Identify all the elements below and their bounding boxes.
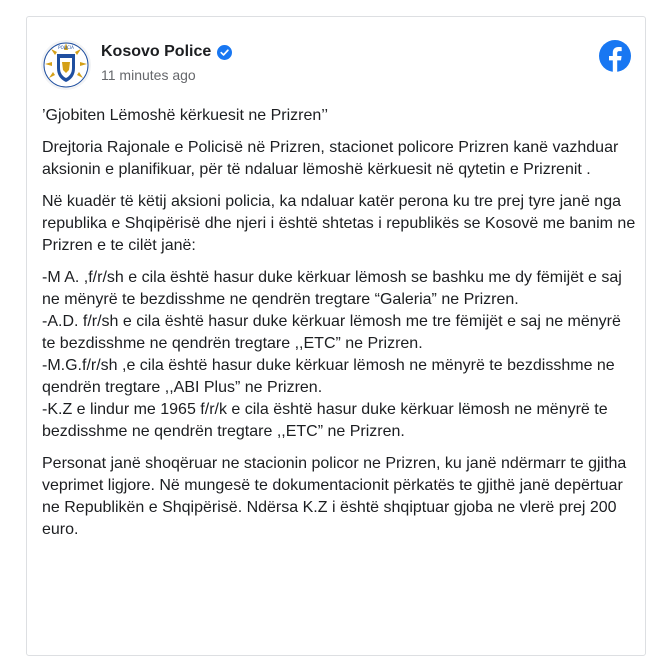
post-title: ’Gjobiten Lëmoshë kërkuesit ne Prizren’’ [42,107,329,124]
svg-text:POLICIA: POLICIA [58,45,74,50]
post-list: -M A. ,f/r/sh e cila është hasur duke kë… [42,267,637,443]
post-timestamp[interactable]: 11 minutes ago [101,67,196,83]
post-card: POLICIA Kosovo Police 11 minutes ago ’Gj… [26,16,646,656]
list-item: -K.Z e lindur me 1965 f/r/k e cila është… [42,401,608,440]
page-name-link[interactable]: Kosovo Police [101,43,211,61]
facebook-logo-icon[interactable] [599,40,631,72]
post-paragraph-3: Personat janë shoqëruar ne stacionin pol… [42,455,627,538]
post-header: POLICIA Kosovo Police 11 minutes ago [41,40,631,92]
list-item: -M A. ,f/r/sh e cila është hasur duke kë… [42,269,622,308]
post-paragraph-1: Drejtoria Rajonale e Policisë në Prizren… [42,139,619,178]
kosovo-police-logo[interactable]: POLICIA [41,40,91,90]
post-body: ’Gjobiten Lëmoshë kërkuesit ne Prizren’’… [42,105,637,551]
list-item: -A.D. f/r/sh e cila është hasur duke kër… [42,313,621,352]
verified-badge-icon [217,44,233,60]
list-item: -M.G.f/r/sh ,e cila është hasur duke kër… [42,357,615,396]
post-paragraph-2: Në kuadër të këtij aksioni policia, ka n… [42,193,636,254]
